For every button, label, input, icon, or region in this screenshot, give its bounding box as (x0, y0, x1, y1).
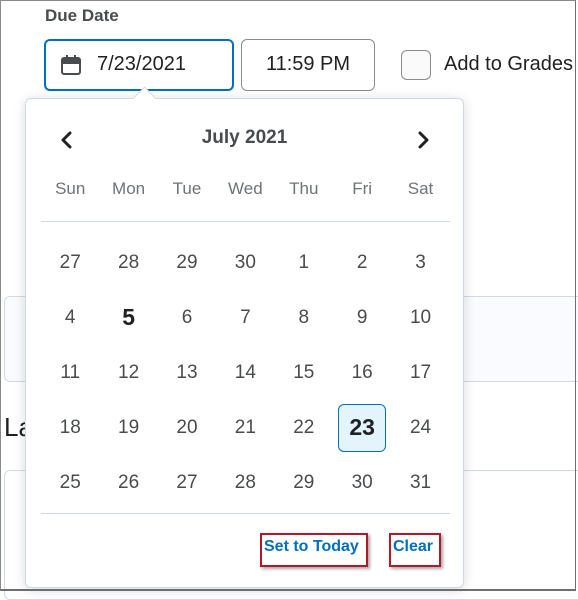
add-to-grades-label: Add to Grades (444, 53, 573, 75)
calendar-day[interactable]: 29 (158, 235, 216, 290)
calendar-day[interactable]: 14 (216, 345, 274, 400)
calendar-week-row: 27 28 29 30 1 2 3 (41, 235, 450, 290)
calendar-day[interactable]: 10 (391, 290, 449, 345)
calendar-day[interactable]: 4 (41, 290, 99, 345)
weekday-label: Tue (172, 179, 202, 198)
calendar-week-row: 25 26 27 28 29 30 31 (41, 455, 450, 510)
calendar-day[interactable]: 19 (99, 400, 157, 455)
calendar-day[interactable]: 12 (99, 345, 157, 400)
due-time-input[interactable]: 11:59 PM (241, 39, 375, 91)
clear-button[interactable]: Clear (391, 536, 435, 558)
due-date-input[interactable]: 7/23/2021 (44, 39, 234, 91)
weekday-label: Fri (352, 179, 373, 198)
calendar-week-row: 18 19 20 21 22 23 24 (41, 400, 450, 455)
set-to-today-button[interactable]: Set to Today (262, 536, 361, 558)
calendar-day[interactable]: 29 (275, 455, 333, 510)
calendar-day[interactable]: 17 (391, 345, 449, 400)
calendar-day[interactable]: 28 (216, 455, 274, 510)
weekday-label: Wed (228, 179, 263, 198)
month-title: July 2021 (201, 127, 288, 148)
calendar-day-today[interactable]: 5 (99, 290, 157, 345)
calendar-day[interactable]: 3 (391, 235, 449, 290)
divider (41, 221, 450, 222)
calendar-week-row: 11 12 13 14 15 16 17 (41, 345, 450, 400)
next-month-button[interactable] (409, 126, 437, 154)
calendar-day[interactable]: 15 (275, 345, 333, 400)
calendar-day[interactable]: 25 (41, 455, 99, 510)
due-date-label: Due Date (45, 6, 119, 25)
weekday-label: Sat (407, 179, 434, 198)
calendar-day[interactable]: 30 (333, 455, 391, 510)
calendar-day[interactable]: 6 (158, 290, 216, 345)
calendar-day[interactable]: 1 (275, 235, 333, 290)
calendar-day[interactable]: 2 (333, 235, 391, 290)
calendar-day-selected[interactable]: 23 (333, 400, 391, 455)
calendar-day[interactable]: 30 (216, 235, 274, 290)
weekday-label: Thu (289, 179, 319, 198)
calendar-icon (61, 55, 81, 75)
calendar-day[interactable]: 20 (158, 400, 216, 455)
calendar-week-row: 4 5 6 7 8 9 10 (41, 290, 450, 345)
day-grid: 27 28 29 30 1 2 3 4 5 6 7 8 9 10 11 12 13 14 15 16 17 18 19 20 2… (41, 235, 450, 510)
calendar-day[interactable]: 22 (275, 400, 333, 455)
calendar-day[interactable]: 26 (99, 455, 157, 510)
due-time-value: 11:59 PM (265, 53, 351, 75)
calendar-day[interactable]: 31 (391, 455, 449, 510)
calendar-day[interactable]: 13 (158, 345, 216, 400)
due-date-value: 7/23/2021 (97, 53, 186, 75)
chevron-right-icon (418, 131, 429, 149)
calendar-day[interactable]: 27 (41, 235, 99, 290)
calendar-day[interactable]: 8 (275, 290, 333, 345)
calendar-day[interactable]: 21 (216, 400, 274, 455)
calendar-day[interactable]: 28 (99, 235, 157, 290)
calendar-day[interactable]: 27 (158, 455, 216, 510)
date-picker-popup: July 2021 Sun Mon Tue Wed Thu Fri Sat 27… (25, 86, 464, 588)
add-to-grades-checkbox[interactable] (401, 50, 431, 80)
calendar-day[interactable]: 9 (333, 290, 391, 345)
calendar-day[interactable]: 11 (41, 345, 99, 400)
divider (41, 513, 450, 514)
calendar-day[interactable]: 18 (41, 400, 99, 455)
weekday-label: Mon (112, 179, 146, 198)
calendar-day-label: 23 (338, 403, 387, 452)
calendar-day[interactable]: 16 (333, 345, 391, 400)
weekday-label: Sun (55, 179, 86, 198)
calendar-day[interactable]: 7 (216, 290, 274, 345)
calendar-day[interactable]: 24 (391, 400, 449, 455)
weekday-header: Sun Mon Tue Wed Thu Fri Sat (41, 179, 450, 199)
